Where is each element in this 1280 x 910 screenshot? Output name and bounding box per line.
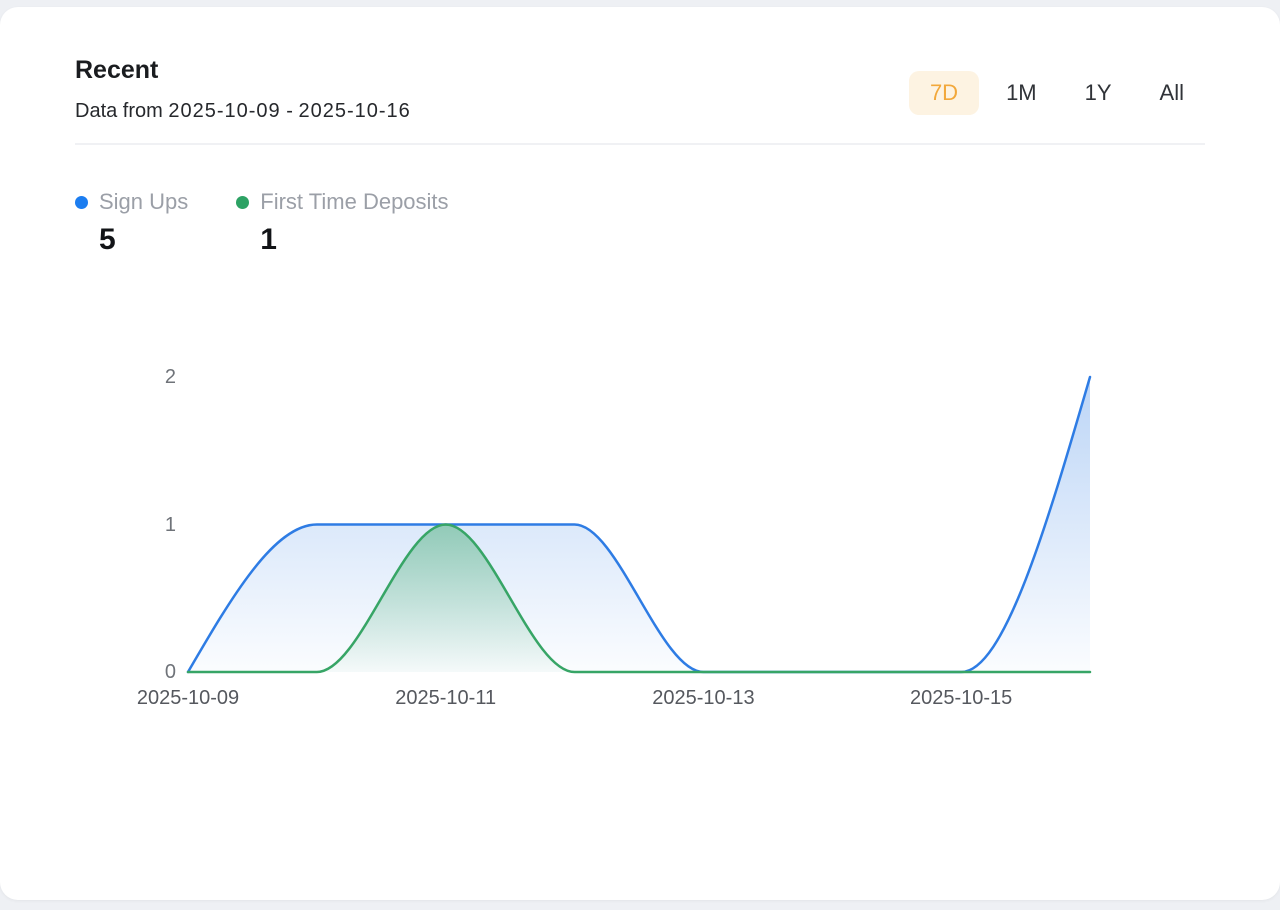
y-axis-tick-label: 0 bbox=[126, 662, 176, 682]
y-axis-tick-label: 2 bbox=[126, 367, 176, 387]
chart-legend: Sign Ups 5 First Time Deposits 1 bbox=[75, 189, 1205, 256]
range-button-1y[interactable]: 1Y bbox=[1064, 71, 1133, 115]
area-chart[interactable]: 0 1 2 2025-10-09 2025-10-11 2025-10-13 2025-10… bbox=[0, 367, 1280, 727]
x-axis-tick-label: 2025-10-13 bbox=[623, 687, 783, 709]
date-separator: - bbox=[286, 100, 293, 122]
date-start: 2025-10-09 bbox=[168, 100, 280, 122]
page-title: Recent bbox=[75, 55, 411, 85]
legend-item-first-time-deposits[interactable]: First Time Deposits 1 bbox=[236, 189, 448, 256]
first-time-deposits-dot-icon bbox=[236, 196, 249, 209]
signups-dot-icon bbox=[75, 196, 88, 209]
time-range-selector: 7D 1M 1Y All bbox=[909, 71, 1205, 115]
legend-value-first-time-deposits: 1 bbox=[260, 223, 448, 256]
legend-item-ftd-top: First Time Deposits bbox=[236, 189, 448, 215]
legend-label-signups: Sign Ups bbox=[99, 189, 188, 215]
range-button-1m[interactable]: 1M bbox=[985, 71, 1058, 115]
range-button-all[interactable]: All bbox=[1139, 71, 1205, 115]
x-axis-tick-label: 2025-10-09 bbox=[108, 687, 268, 709]
card-header: Recent Data from 2025-10-09 - 2025-10-16… bbox=[0, 7, 1280, 123]
legend-item-signups-top: Sign Ups bbox=[75, 189, 188, 215]
header-divider bbox=[75, 143, 1205, 145]
chart-canvas bbox=[0, 367, 1280, 697]
legend-label-first-time-deposits: First Time Deposits bbox=[260, 189, 448, 215]
date-range-subtitle: Data from 2025-10-09 - 2025-10-16 bbox=[75, 99, 411, 123]
y-axis-tick-label: 1 bbox=[126, 515, 176, 535]
legend-value-signups: 5 bbox=[99, 223, 188, 256]
range-button-7d[interactable]: 7D bbox=[909, 71, 979, 115]
header-text: Recent Data from 2025-10-09 - 2025-10-16 bbox=[75, 55, 411, 123]
subtitle-prefix: Data from bbox=[75, 100, 163, 122]
recent-stats-card: Recent Data from 2025-10-09 - 2025-10-16… bbox=[0, 7, 1280, 900]
x-axis-tick-label: 2025-10-11 bbox=[366, 687, 526, 709]
x-axis-tick-label: 2025-10-15 bbox=[881, 687, 1041, 709]
legend-item-signups[interactable]: Sign Ups 5 bbox=[75, 189, 188, 256]
date-end: 2025-10-16 bbox=[298, 100, 410, 122]
